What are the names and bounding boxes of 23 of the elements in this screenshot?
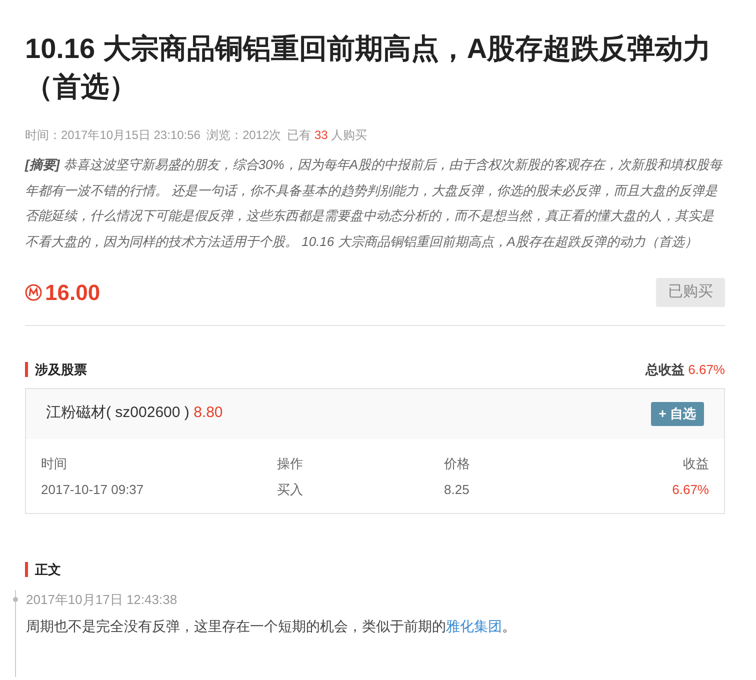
column-header: 收益 — [683, 454, 709, 473]
table-cell-text: 8.25 — [444, 480, 470, 499]
entry-text: 周期也不是完全没有反弹，这里存在一个短期的机会，类似于前期的雅化集团。 — [26, 616, 517, 636]
article-title: 10.16 大宗商品铜铝重回前期高点，A股存超跌反弹动力（首选） — [25, 32, 712, 104]
summary-paragraph: [摘要] 恭喜这波坚守新易盛的朋友，综合30%，因为每年A股的中报前后，由于含权次新股的客观存在，次新股和填权股每年都有一波不错的行情。 还是一句话，你不具备基本的趋势判别能力，大盘反弹，你选的股未必反弹，而且大盘的反弹是否能延续，什么情况下可能是假反弹，这些东西都是需要盘中动态分析的，而不是想当然，真正看的懂大盘的人，其实是不看大盘的，因为同样的技术方法适用于个股。 10.16 大宗商品铜铝重回前期高点，A股存在超跌反弹的动力（首选） — [25, 156, 724, 250]
price: 16.00 — [45, 279, 100, 307]
stock-name: 江粉磁材( sz002600 ) 8.80 — [46, 403, 223, 424]
section-title: 正文 — [25, 562, 61, 576]
column-header: 价格 — [444, 454, 470, 473]
column-header: 时间 — [41, 454, 67, 473]
coin-icon — [25, 284, 42, 301]
entry-time: 2017年10月17日 12:43:38 — [26, 590, 178, 608]
watchlist-button[interactable]: + 自选 — [650, 402, 704, 426]
column-header: 操作 — [277, 454, 303, 473]
total-return: 总收益 6.67% — [646, 361, 725, 379]
publish-time: 时间：2017年10月15日 23:10:56 — [25, 127, 200, 144]
table-cell-text: 6.67% — [672, 480, 709, 499]
view-count: 浏览：2012次 — [206, 127, 282, 144]
table-cell-text: 2017-10-17 09:37 — [41, 480, 144, 499]
buyer-count: 已有 33 人购买 — [287, 127, 368, 144]
table-cell-text: 买入 — [277, 480, 303, 499]
section-title: 涉及股票 — [25, 362, 87, 378]
stock-link[interactable]: 雅化集团 — [446, 618, 502, 634]
